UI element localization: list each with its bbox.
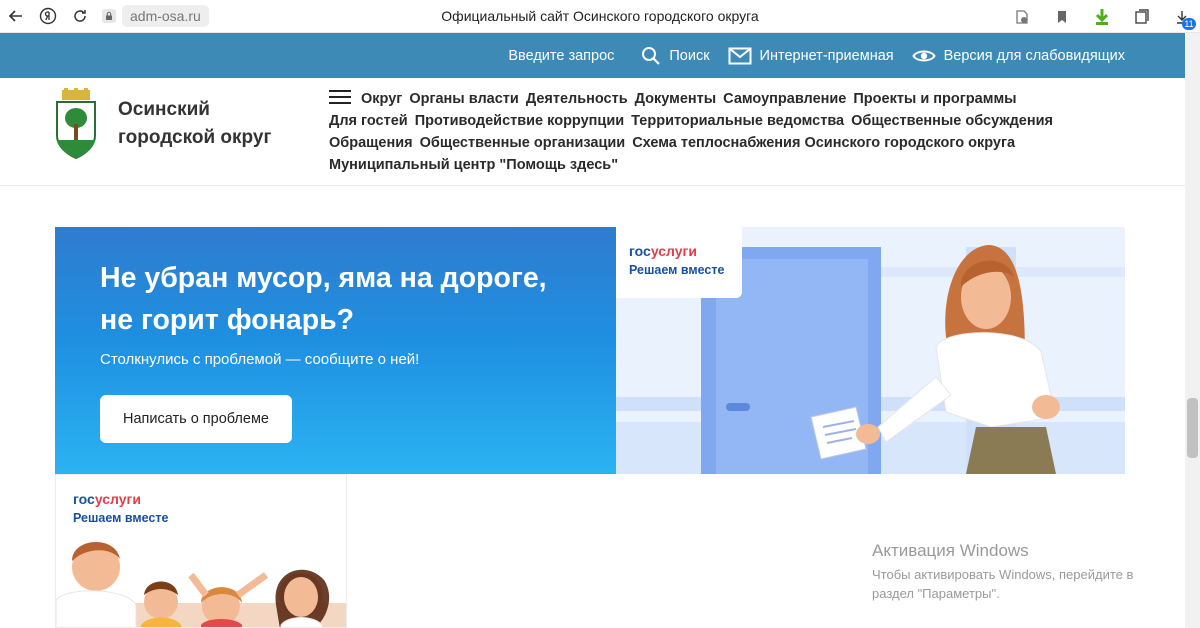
gosuslugi-tag: госуслуги Решаем вместе: [616, 227, 742, 298]
browser-toolbar: adm-osa.ru Официальный сайт Осинского го…: [0, 0, 1200, 33]
windows-activation-text: Чтобы активировать Windows, перейдите в …: [872, 567, 1134, 601]
banner-text-panel: Не убран мусор, яма на дороге, не горит …: [55, 227, 616, 474]
lock-icon: [102, 9, 116, 23]
gosuslugi-slogan: Решаем вместе: [629, 263, 725, 277]
arrow-left-icon: [8, 10, 22, 22]
download-green-icon: [1095, 8, 1109, 25]
gosuslugi-logo-part1: гос: [629, 243, 651, 259]
reload-button[interactable]: [64, 0, 96, 33]
search-label: Поиск: [669, 47, 710, 64]
menu-item-authorities[interactable]: Органы власти: [409, 91, 519, 107]
menu-item-appeals[interactable]: Обращения: [329, 135, 413, 151]
menu-item-projects[interactable]: Проекты и программы: [853, 91, 1016, 107]
downloads-button[interactable]: 11: [1164, 0, 1200, 33]
search-icon: [642, 46, 661, 65]
menu-item-okrug[interactable]: Округ: [361, 91, 402, 107]
menu-item-public-organizations[interactable]: Общественные организации: [420, 135, 626, 151]
menu-item-help-center[interactable]: Муниципальный центр "Помощь здесь": [329, 157, 618, 173]
menu-item-anticorruption[interactable]: Противодействие коррупции: [415, 113, 624, 129]
scrollbar-thumb[interactable]: [1187, 398, 1198, 458]
site-name-line1: Осинский: [118, 99, 210, 120]
bookmark-button[interactable]: [1044, 0, 1080, 33]
protect-button[interactable]: [1004, 0, 1040, 33]
address-bar[interactable]: adm-osa.ru: [102, 5, 209, 27]
gosuslugi-logo-part2: услуги: [650, 243, 697, 259]
yandex-icon: [39, 7, 57, 25]
reception-link[interactable]: Интернет-приемная: [728, 47, 894, 65]
page-scrollbar[interactable]: [1185, 33, 1200, 628]
banner-title: Не убран мусор, яма на дороге, не горит …: [100, 262, 547, 336]
menu-item-territorial[interactable]: Территориальные ведомства: [631, 113, 844, 129]
report-problem-button[interactable]: Написать о проблеме: [100, 395, 292, 443]
search-button[interactable]: Поиск: [641, 46, 710, 66]
menu-item-guests[interactable]: Для гостей: [329, 113, 408, 129]
search-field-wrap: [508, 47, 624, 64]
menu-item-documents[interactable]: Документы: [635, 91, 717, 107]
eye-icon: [911, 50, 936, 61]
site-topbar: Поиск Интернет-приемная Версия для слабо…: [0, 33, 1185, 78]
accessibility-link[interactable]: Версия для слабовидящих: [911, 47, 1125, 64]
shield-icon: [1016, 9, 1028, 24]
main-menu: Округ Органы власти Деятельность Документы С…: [329, 88, 1089, 176]
collections-icon: [1135, 8, 1149, 24]
problem-banner[interactable]: Не убран мусор, яма на дороге, не горит …: [55, 227, 1125, 474]
accessibility-label: Версия для слабовидящих: [943, 47, 1125, 64]
reload-icon: [74, 10, 86, 22]
gosuslugi-card[interactable]: госуслуги Решаем вместе: [55, 474, 347, 628]
coat-of-arms-icon: [56, 88, 96, 160]
menu-item-self-government[interactable]: Самоуправление: [723, 91, 846, 107]
site-name-line2: городской округ: [118, 127, 272, 148]
menu-item-heat-supply[interactable]: Схема теплоснабжения Осинского городског…: [632, 135, 1015, 151]
reception-label: Интернет-приемная: [759, 47, 894, 64]
yandex-button[interactable]: [32, 0, 64, 33]
banner-subtitle: Столкнулись с проблемой — сообщите о ней…: [100, 351, 420, 368]
downloads-badge: 11: [1182, 18, 1196, 30]
url-domain[interactable]: adm-osa.ru: [122, 5, 209, 27]
coat-of-arms-logo[interactable]: [54, 88, 98, 160]
bookmark-icon: [1058, 10, 1066, 23]
menu-item-public-discussions[interactable]: Общественные обсуждения: [851, 113, 1053, 129]
family-illustration: [56, 541, 346, 627]
windows-activation-watermark: Активация Windows Чтобы активировать Win…: [872, 541, 1162, 603]
site-header: Осинский городской округ Округ Органы вла…: [0, 78, 1185, 186]
site-name[interactable]: Осинский городской округ: [118, 96, 271, 152]
mail-icon: [728, 47, 752, 64]
collections-button[interactable]: [1124, 0, 1160, 33]
menu-item-activity[interactable]: Деятельность: [526, 91, 628, 107]
windows-activation-title: Активация Windows: [872, 541, 1029, 560]
download-manager-button[interactable]: [1084, 0, 1120, 33]
back-button[interactable]: [0, 0, 32, 33]
hamburger-menu-icon[interactable]: [329, 90, 351, 105]
search-input[interactable]: [508, 47, 624, 64]
gosuslugi-logo: госуслуги: [629, 243, 742, 259]
